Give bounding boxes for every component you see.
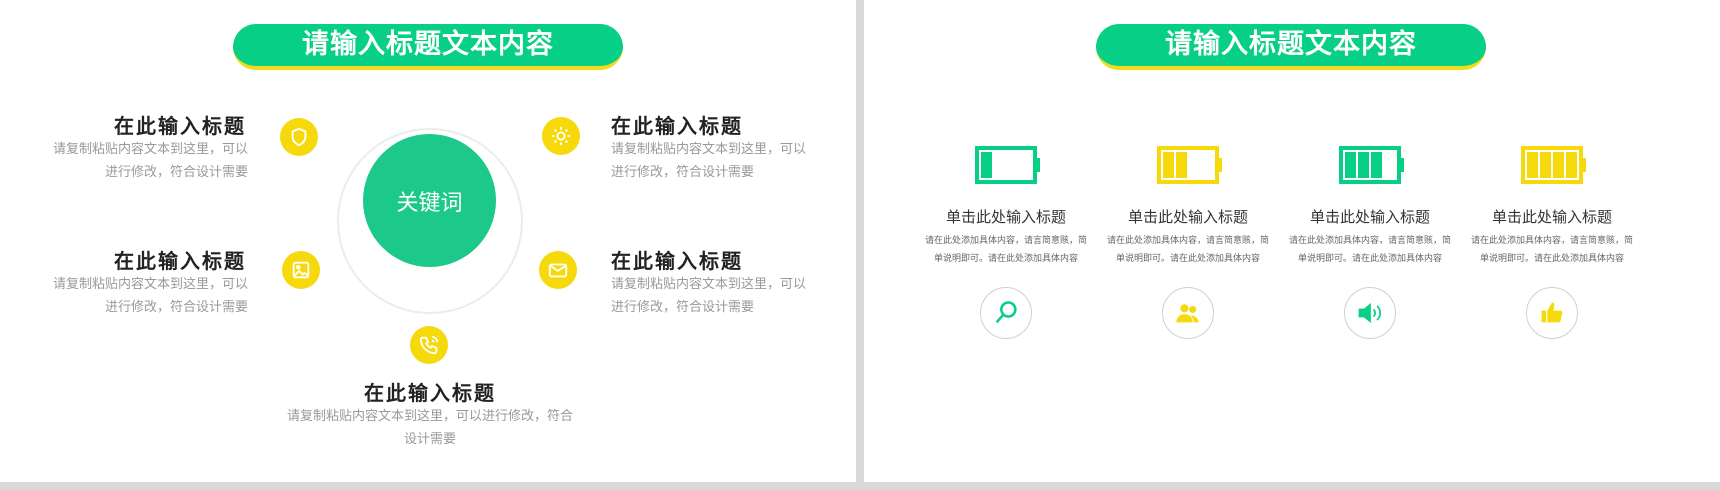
column-text: 请在此处添加具体内容，请言简意赅，简单说明即可。请在此处添加具体内容 [1471,236,1634,264]
users-icon [1162,287,1214,339]
item-text: 请复制粘贴内容文本到这里，可以进行修改，符合设计需要 [52,142,248,180]
slide-right: 请输入标题文本内容 单击此处输入标题请在此处添加具体内容，请言简意赅，简单说明即… [864,0,1720,482]
item-title: 在此输入标题 [114,249,246,273]
slide-left: 请输入标题文本内容 关键词 在此输入标题 请复制粘贴内容文本到这里，可以进行修改… [0,0,856,482]
item-title: 在此输入标题 [611,249,743,273]
magnifier-icon [980,287,1032,339]
battery-icon [1339,146,1405,188]
battery-icon [975,146,1041,188]
item-text: 请复制粘贴内容文本到这里，可以进行修改，符合设计需要 [52,277,248,315]
item-title: 在此输入标题 [114,114,246,138]
slide-title: 请输入标题文本内容 [233,24,623,70]
battery-icon [1157,146,1223,188]
battery-icon [1521,146,1587,188]
phone-icon [410,326,448,364]
mail-icon [539,251,577,289]
speaker-icon [1344,287,1396,339]
column-text: 请在此处添加具体内容，请言简意赅，简单说明即可。请在此处添加具体内容 [925,236,1088,264]
item-text: 请复制粘贴内容文本到这里，可以进行修改，符合设计需要 [286,409,573,447]
column-title: 单击此处输入标题 [1127,208,1248,226]
shield-icon [280,118,318,156]
image-icon [282,251,320,289]
column-title: 单击此处输入标题 [1309,208,1430,226]
column-title: 单击此处输入标题 [1491,208,1612,226]
sun-icon [542,117,580,155]
item-title: 在此输入标题 [364,381,496,405]
item-text: 请复制粘贴内容文本到这里，可以进行修改，符合设计需要 [611,142,807,180]
slide-title: 请输入标题文本内容 [1096,24,1486,70]
item-text: 请复制粘贴内容文本到这里，可以进行修改，符合设计需要 [611,277,807,315]
thumbs-up-icon [1526,287,1578,339]
column-text: 请在此处添加具体内容，请言简意赅，简单说明即可。请在此处添加具体内容 [1107,236,1270,264]
column-title: 单击此处输入标题 [945,208,1066,226]
center-keyword: 关键词 [363,134,496,267]
column-text: 请在此处添加具体内容，请言简意赅，简单说明即可。请在此处添加具体内容 [1289,236,1452,264]
item-title: 在此输入标题 [611,114,743,138]
